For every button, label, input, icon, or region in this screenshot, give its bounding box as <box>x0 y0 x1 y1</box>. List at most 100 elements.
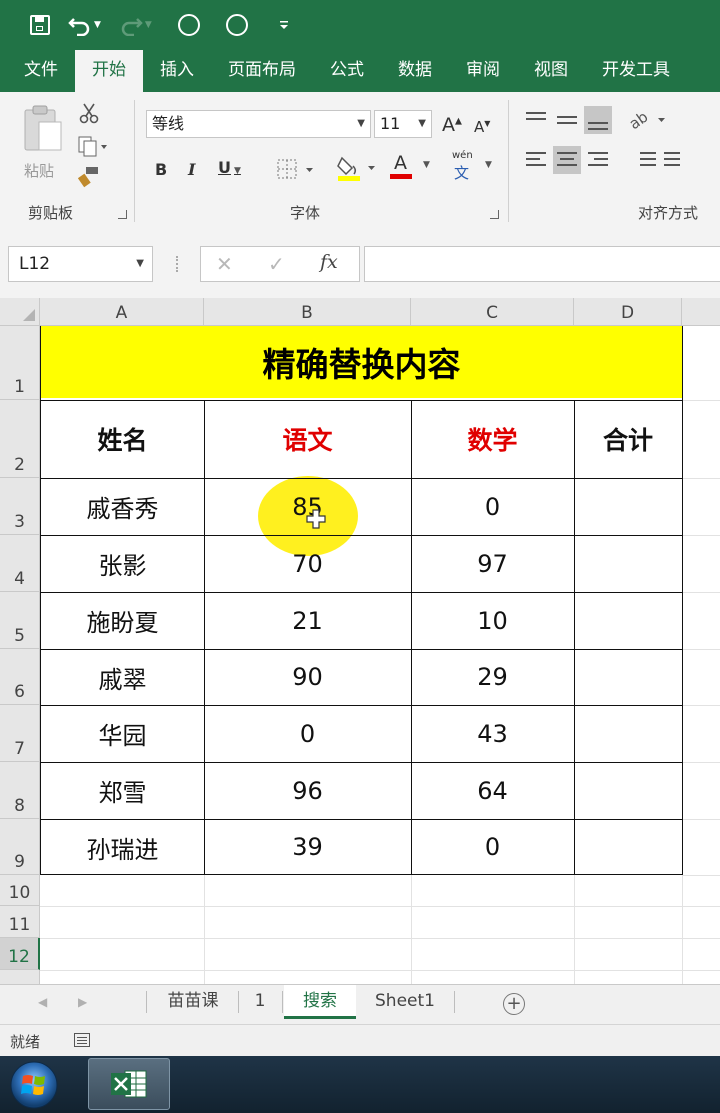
table-cell[interactable] <box>574 762 682 819</box>
row-header[interactable]: 7 <box>0 705 40 762</box>
select-all-button[interactable] <box>0 298 40 326</box>
table-cell[interactable]: 90 <box>204 649 411 705</box>
formula-input[interactable] <box>364 246 720 282</box>
underline-button[interactable]: U ▼ <box>218 158 241 177</box>
row-header[interactable]: 11 <box>0 906 40 938</box>
decrease-indent-button[interactable] <box>630 146 658 174</box>
name-box[interactable]: L12 ▼ <box>8 246 153 282</box>
column-header-a[interactable]: A <box>40 298 204 326</box>
row-header[interactable]: 10 <box>0 875 40 906</box>
table-cell[interactable]: 70 <box>204 535 411 592</box>
border-icon[interactable] <box>276 158 316 182</box>
table-cell[interactable]: 64 <box>411 762 574 819</box>
sheet-tab-active[interactable]: 搜索 <box>284 985 356 1019</box>
table-cell[interactable]: 孙瑞进 <box>41 819 204 875</box>
circle-icon[interactable] <box>225 14 248 36</box>
sheet-tab[interactable]: 苗苗课 <box>150 985 236 1019</box>
font-name-combo[interactable]: 等线 ▼ <box>146 110 371 138</box>
tab-file[interactable]: 文件 <box>0 50 75 92</box>
table-cell[interactable]: 戚香秀 <box>41 478 204 535</box>
enter-icon[interactable]: ✓ <box>268 252 285 276</box>
table-cell[interactable]: 0 <box>411 478 574 535</box>
cut-icon[interactable] <box>78 102 100 124</box>
format-painter-icon[interactable] <box>78 166 100 188</box>
table-cell[interactable]: 96 <box>204 762 411 819</box>
table-cell[interactable]: 43 <box>411 705 574 762</box>
sheet-tab[interactable]: Sheet1 <box>360 985 450 1019</box>
save-icon[interactable] <box>30 15 50 35</box>
copy-icon[interactable] <box>78 136 108 158</box>
table-cell[interactable] <box>574 535 682 592</box>
row-header[interactable]: 1 <box>0 326 40 400</box>
table-cell[interactable]: 施盼夏 <box>41 592 204 649</box>
redo-icon[interactable]: ▼ <box>119 14 152 36</box>
bold-button[interactable]: B <box>155 160 167 179</box>
column-header-b[interactable]: B <box>204 298 411 326</box>
table-cell[interactable] <box>574 478 682 535</box>
cancel-icon[interactable]: ✕ <box>216 252 233 276</box>
add-sheet-icon[interactable]: + <box>503 993 525 1015</box>
table-title[interactable]: 精确替换内容 <box>41 326 682 398</box>
table-cell[interactable]: 0 <box>411 819 574 875</box>
header-cell-math[interactable]: 数学 <box>411 400 574 478</box>
row-header[interactable]: 2 <box>0 400 40 478</box>
macro-record-icon[interactable] <box>74 1033 90 1047</box>
row-header[interactable]: 5 <box>0 592 40 649</box>
tab-formulas[interactable]: 公式 <box>313 50 381 92</box>
align-right-button[interactable] <box>584 146 612 174</box>
sheet-tab[interactable]: 1 <box>240 985 280 1019</box>
align-middle-button[interactable] <box>553 106 581 134</box>
align-bottom-button[interactable] <box>584 106 612 134</box>
table-cell[interactable]: 39 <box>204 819 411 875</box>
fill-color-icon[interactable] <box>336 154 380 184</box>
circle-icon[interactable] <box>177 14 200 36</box>
font-launcher[interactable] <box>490 210 499 219</box>
align-left-button[interactable] <box>522 146 550 174</box>
shrink-font-button[interactable]: A▼ <box>474 118 490 136</box>
header-cell-chinese[interactable]: 语文 <box>204 400 411 478</box>
align-center-button[interactable] <box>553 146 581 174</box>
table-cell[interactable]: 张影 <box>41 535 204 592</box>
tab-developer[interactable]: 开发工具 <box>585 50 670 92</box>
row-header[interactable]: 3 <box>0 478 40 535</box>
row-header-selected[interactable]: 12 <box>0 938 40 970</box>
row-header[interactable]: 8 <box>0 762 40 819</box>
tab-home[interactable]: 开始 <box>75 50 143 92</box>
windows-start-icon[interactable] <box>2 1058 66 1110</box>
tab-view[interactable]: 视图 <box>517 50 585 92</box>
font-color-button[interactable]: A ▼ <box>390 152 434 182</box>
tab-page-layout[interactable]: 页面布局 <box>211 50 313 92</box>
italic-button[interactable]: I <box>188 160 195 179</box>
row-header[interactable]: 4 <box>0 535 40 592</box>
column-header-c[interactable]: C <box>411 298 574 326</box>
row-header[interactable] <box>0 970 40 984</box>
worksheet-grid[interactable]: A B C D 1 2 3 4 5 6 7 8 9 10 11 12 精确替换内… <box>0 298 720 984</box>
table-cell[interactable] <box>574 705 682 762</box>
font-size-combo[interactable]: 11 ▼ <box>374 110 432 138</box>
table-cell[interactable]: 郑雪 <box>41 762 204 819</box>
tab-insert[interactable]: 插入 <box>143 50 211 92</box>
insert-function-button[interactable]: fx <box>320 251 338 273</box>
table-cell[interactable]: 10 <box>411 592 574 649</box>
clipboard-launcher[interactable] <box>118 210 127 219</box>
scroll-left-icon[interactable]: ◀ <box>38 995 47 1009</box>
row-header[interactable]: 6 <box>0 649 40 705</box>
grow-font-button[interactable]: A▲ <box>442 114 462 136</box>
customize-icon[interactable] <box>278 19 290 31</box>
undo-icon[interactable]: ▼ <box>68 14 101 36</box>
excel-taskbar-button[interactable] <box>88 1058 170 1110</box>
tab-review[interactable]: 审阅 <box>449 50 517 92</box>
table-cell[interactable] <box>574 649 682 705</box>
header-cell-name[interactable]: 姓名 <box>41 400 204 478</box>
table-cell[interactable]: 29 <box>411 649 574 705</box>
align-top-button[interactable] <box>522 106 550 134</box>
increase-indent-button[interactable] <box>662 146 690 174</box>
column-header-e[interactable] <box>682 298 720 326</box>
phonetic-button[interactable]: wén 文 ▼ <box>448 150 494 182</box>
table-cell[interactable]: 0 <box>204 705 411 762</box>
table-cell[interactable] <box>574 819 682 875</box>
table-cell[interactable]: 97 <box>411 535 574 592</box>
row-header[interactable]: 9 <box>0 819 40 875</box>
table-cell[interactable]: 戚翠 <box>41 649 204 705</box>
scroll-right-icon[interactable]: ▶ <box>78 995 87 1009</box>
